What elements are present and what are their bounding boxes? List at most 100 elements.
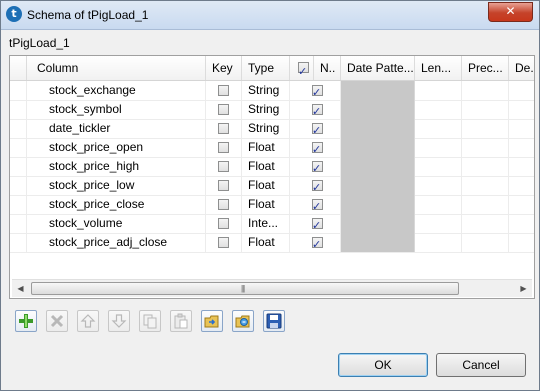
column-header-key[interactable]: Key: [206, 56, 242, 80]
key-checkbox[interactable]: [218, 237, 229, 248]
nullable-checkbox[interactable]: ✓: [312, 85, 323, 99]
table-row[interactable]: stock_symbol String ✓: [10, 100, 534, 120]
nullable-checkbox[interactable]: ✓: [312, 104, 323, 118]
cell-precision[interactable]: [462, 157, 509, 176]
cell-type[interactable]: Float: [242, 176, 290, 195]
column-header-length[interactable]: Len...: [415, 56, 462, 80]
cell-default[interactable]: [509, 119, 534, 138]
cell-default[interactable]: [509, 81, 534, 100]
scroll-left-arrow-icon[interactable]: ◀: [12, 280, 29, 297]
cell-key[interactable]: [206, 119, 242, 138]
cell-key[interactable]: [206, 138, 242, 157]
cell-precision[interactable]: [462, 176, 509, 195]
title-bar[interactable]: t Schema of tPigLoad_1 ✕: [1, 1, 539, 30]
nullable-checkbox[interactable]: ✓: [312, 237, 323, 251]
cell-key[interactable]: [206, 176, 242, 195]
cell-column-name[interactable]: stock_price_low: [10, 176, 206, 195]
close-button[interactable]: ✕: [488, 2, 533, 22]
cell-type[interactable]: Float: [242, 233, 290, 252]
export-button[interactable]: [232, 310, 254, 332]
save-button[interactable]: [263, 310, 285, 332]
table-row[interactable]: stock_price_high Float ✓: [10, 157, 534, 177]
cell-nullable[interactable]: ✓: [290, 138, 341, 157]
table-row[interactable]: stock_price_close Float ✓: [10, 195, 534, 215]
key-checkbox[interactable]: [218, 104, 229, 115]
key-checkbox[interactable]: [218, 142, 229, 153]
cell-type[interactable]: String: [242, 100, 290, 119]
cell-default[interactable]: [509, 138, 534, 157]
column-header-nullable-toggle[interactable]: ✓: [290, 56, 314, 80]
cell-length[interactable]: [415, 100, 462, 119]
column-header-precision[interactable]: Prec...: [462, 56, 509, 80]
cell-nullable[interactable]: ✓: [290, 214, 341, 233]
cell-nullable[interactable]: ✓: [290, 233, 341, 252]
key-checkbox[interactable]: [218, 199, 229, 210]
cell-nullable[interactable]: ✓: [290, 100, 341, 119]
remove-button[interactable]: [46, 310, 68, 332]
cell-precision[interactable]: [462, 81, 509, 100]
cell-type[interactable]: Float: [242, 157, 290, 176]
cell-default[interactable]: [509, 195, 534, 214]
copy-button[interactable]: [139, 310, 161, 332]
cancel-button[interactable]: Cancel: [436, 353, 526, 377]
table-row[interactable]: stock_price_adj_close Float ✓: [10, 233, 534, 253]
cell-precision[interactable]: [462, 195, 509, 214]
cell-nullable[interactable]: ✓: [290, 157, 341, 176]
cell-column-name[interactable]: stock_price_close: [10, 195, 206, 214]
nullable-checkbox[interactable]: ✓: [312, 161, 323, 175]
column-header-nullable[interactable]: N..: [314, 56, 341, 80]
cell-length[interactable]: [415, 176, 462, 195]
key-checkbox[interactable]: [218, 85, 229, 96]
cell-type[interactable]: Inte...: [242, 214, 290, 233]
cell-key[interactable]: [206, 100, 242, 119]
paste-button[interactable]: [170, 310, 192, 332]
nullable-checkbox[interactable]: ✓: [312, 218, 323, 232]
column-header-column[interactable]: Column: [27, 56, 206, 80]
cell-length[interactable]: [415, 195, 462, 214]
cell-precision[interactable]: [462, 214, 509, 233]
key-checkbox[interactable]: [218, 123, 229, 134]
cell-length[interactable]: [415, 119, 462, 138]
column-header-date-pattern[interactable]: Date Patte...: [341, 56, 415, 80]
cell-column-name[interactable]: stock_exchange: [10, 81, 206, 100]
nullable-checkbox[interactable]: ✓: [312, 180, 323, 194]
move-down-button[interactable]: [108, 310, 130, 332]
key-checkbox[interactable]: [218, 161, 229, 172]
cell-precision[interactable]: [462, 100, 509, 119]
cell-default[interactable]: [509, 214, 534, 233]
cell-column-name[interactable]: stock_volume: [10, 214, 206, 233]
cell-nullable[interactable]: ✓: [290, 176, 341, 195]
cell-length[interactable]: [415, 138, 462, 157]
cell-type[interactable]: String: [242, 81, 290, 100]
nullable-checkbox[interactable]: ✓: [312, 123, 323, 137]
cell-nullable[interactable]: ✓: [290, 195, 341, 214]
cell-nullable[interactable]: ✓: [290, 119, 341, 138]
cell-default[interactable]: [509, 157, 534, 176]
cell-length[interactable]: [415, 214, 462, 233]
cell-column-name[interactable]: stock_price_high: [10, 157, 206, 176]
cell-length[interactable]: [415, 81, 462, 100]
cell-key[interactable]: [206, 195, 242, 214]
cell-column-name[interactable]: stock_price_open: [10, 138, 206, 157]
column-header-default[interactable]: De...: [509, 56, 534, 80]
table-row[interactable]: stock_price_low Float ✓: [10, 176, 534, 196]
scrollbar-thumb[interactable]: |||: [31, 282, 459, 295]
table-row[interactable]: date_tickler String ✓: [10, 119, 534, 139]
cell-precision[interactable]: [462, 138, 509, 157]
table-row[interactable]: stock_price_open Float ✓: [10, 138, 534, 158]
cell-column-name[interactable]: stock_symbol: [10, 100, 206, 119]
nullable-select-all-checkbox[interactable]: ✓: [298, 62, 309, 78]
cell-default[interactable]: [509, 233, 534, 252]
table-row[interactable]: stock_exchange String ✓: [10, 81, 534, 101]
ok-button[interactable]: OK: [338, 353, 428, 377]
cell-column-name[interactable]: date_tickler: [10, 119, 206, 138]
cell-key[interactable]: [206, 233, 242, 252]
cell-length[interactable]: [415, 233, 462, 252]
cell-key[interactable]: [206, 81, 242, 100]
table-row[interactable]: stock_volume Inte... ✓: [10, 214, 534, 234]
cell-key[interactable]: [206, 157, 242, 176]
move-up-button[interactable]: [77, 310, 99, 332]
cell-precision[interactable]: [462, 233, 509, 252]
cell-default[interactable]: [509, 100, 534, 119]
cell-nullable[interactable]: ✓: [290, 81, 341, 100]
